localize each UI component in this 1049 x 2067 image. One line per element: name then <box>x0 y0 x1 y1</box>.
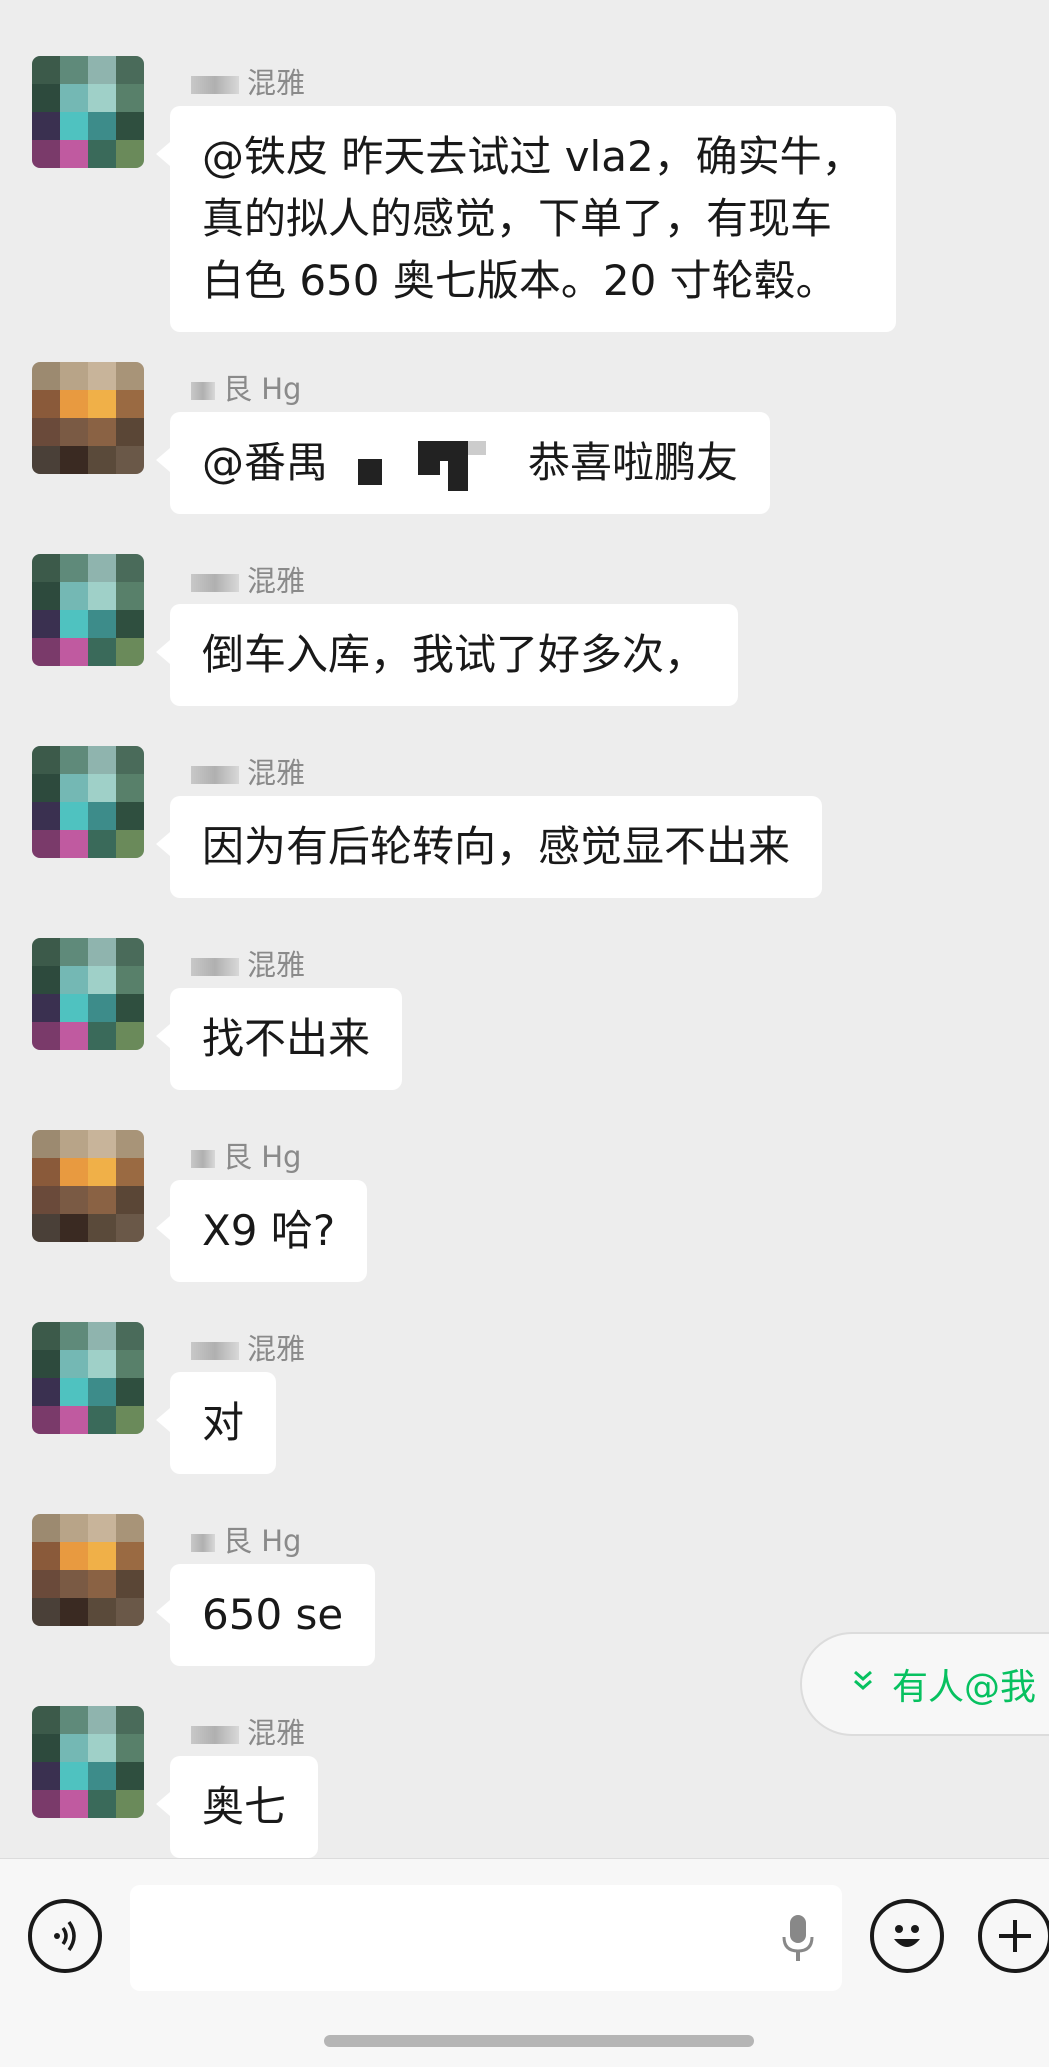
message-line: 白色 650 奥七版本。20 寸轮毂。 <box>202 256 838 305</box>
avatar[interactable] <box>32 1514 144 1626</box>
avatar[interactable] <box>32 362 144 474</box>
double-chevron-down-icon <box>852 1669 874 1700</box>
message-input[interactable] <box>130 1885 842 1991</box>
message-line: X9 哈? <box>202 1206 336 1255</box>
plus-icon[interactable] <box>978 1899 1049 1973</box>
message-bubble[interactable]: 找不出来 <box>155 988 403 1090</box>
mention-jump-button[interactable]: 有人@我 <box>800 1632 1049 1736</box>
message-line: 奥七 <box>202 1782 287 1831</box>
message-line: 真的拟人的感觉，下单了，有现车 <box>202 194 833 243</box>
sender-name: 混雅 <box>191 942 305 984</box>
avatar[interactable] <box>32 746 144 858</box>
avatar[interactable] <box>32 1706 144 1818</box>
avatar[interactable] <box>32 938 144 1050</box>
message-line: 因为有后轮转向，感觉显不出来 <box>202 822 791 871</box>
emoji-icon[interactable] <box>870 1899 944 1973</box>
message-bubble[interactable]: X9 哈? <box>155 1180 368 1282</box>
sender-name: 艮 Hg <box>191 366 301 408</box>
avatar[interactable] <box>32 1130 144 1242</box>
mention-label: 有人@我 <box>892 1667 1037 1708</box>
message-bubble[interactable]: 因为有后轮转向，感觉显不出来 <box>155 796 823 898</box>
home-indicator[interactable] <box>324 2035 754 2047</box>
sender-name: 艮 Hg <box>191 1134 301 1176</box>
message-line: 找不出来 <box>202 1014 371 1063</box>
message-line: 恭喜啦鹏友 <box>528 438 739 487</box>
chat-input-bar <box>0 1858 1049 2067</box>
message-bubble[interactable]: 对 <box>155 1372 277 1474</box>
message-bubble[interactable]: 650 se <box>155 1564 376 1666</box>
avatar[interactable] <box>32 56 144 168</box>
message-line: @铁皮 昨天去试过 vla2，确实牛， <box>202 132 864 181</box>
voice-icon[interactable] <box>28 1899 102 1973</box>
message-bubble[interactable]: @铁皮 昨天去试过 vla2，确实牛， 真的拟人的感觉，下单了，有现车 白色 6… <box>156 106 896 332</box>
sender-name: 混雅 <box>191 1710 305 1752</box>
sender-name: 艮 Hg <box>191 1518 301 1560</box>
message-bubble[interactable]: 倒车入库，我试了好多次， <box>155 604 739 706</box>
sender-name: 混雅 <box>191 60 305 102</box>
message-line: @番禺 <box>202 438 329 487</box>
sender-name: 混雅 <box>191 1326 305 1368</box>
sender-name: 混雅 <box>191 558 305 600</box>
redacted-mosaic <box>338 440 518 491</box>
avatar[interactable] <box>32 1322 144 1434</box>
sender-name: 混雅 <box>191 750 305 792</box>
message-bubble[interactable]: 奥七 <box>155 1756 319 1858</box>
message-line: 650 se <box>202 1590 344 1639</box>
avatar[interactable] <box>32 554 144 666</box>
message-line: 倒车入库，我试了好多次， <box>202 630 707 679</box>
message-line: 对 <box>202 1398 245 1447</box>
microphone-icon[interactable] <box>780 1913 816 1963</box>
message-bubble[interactable]: @番禺 恭喜啦鹏友 <box>155 412 771 514</box>
